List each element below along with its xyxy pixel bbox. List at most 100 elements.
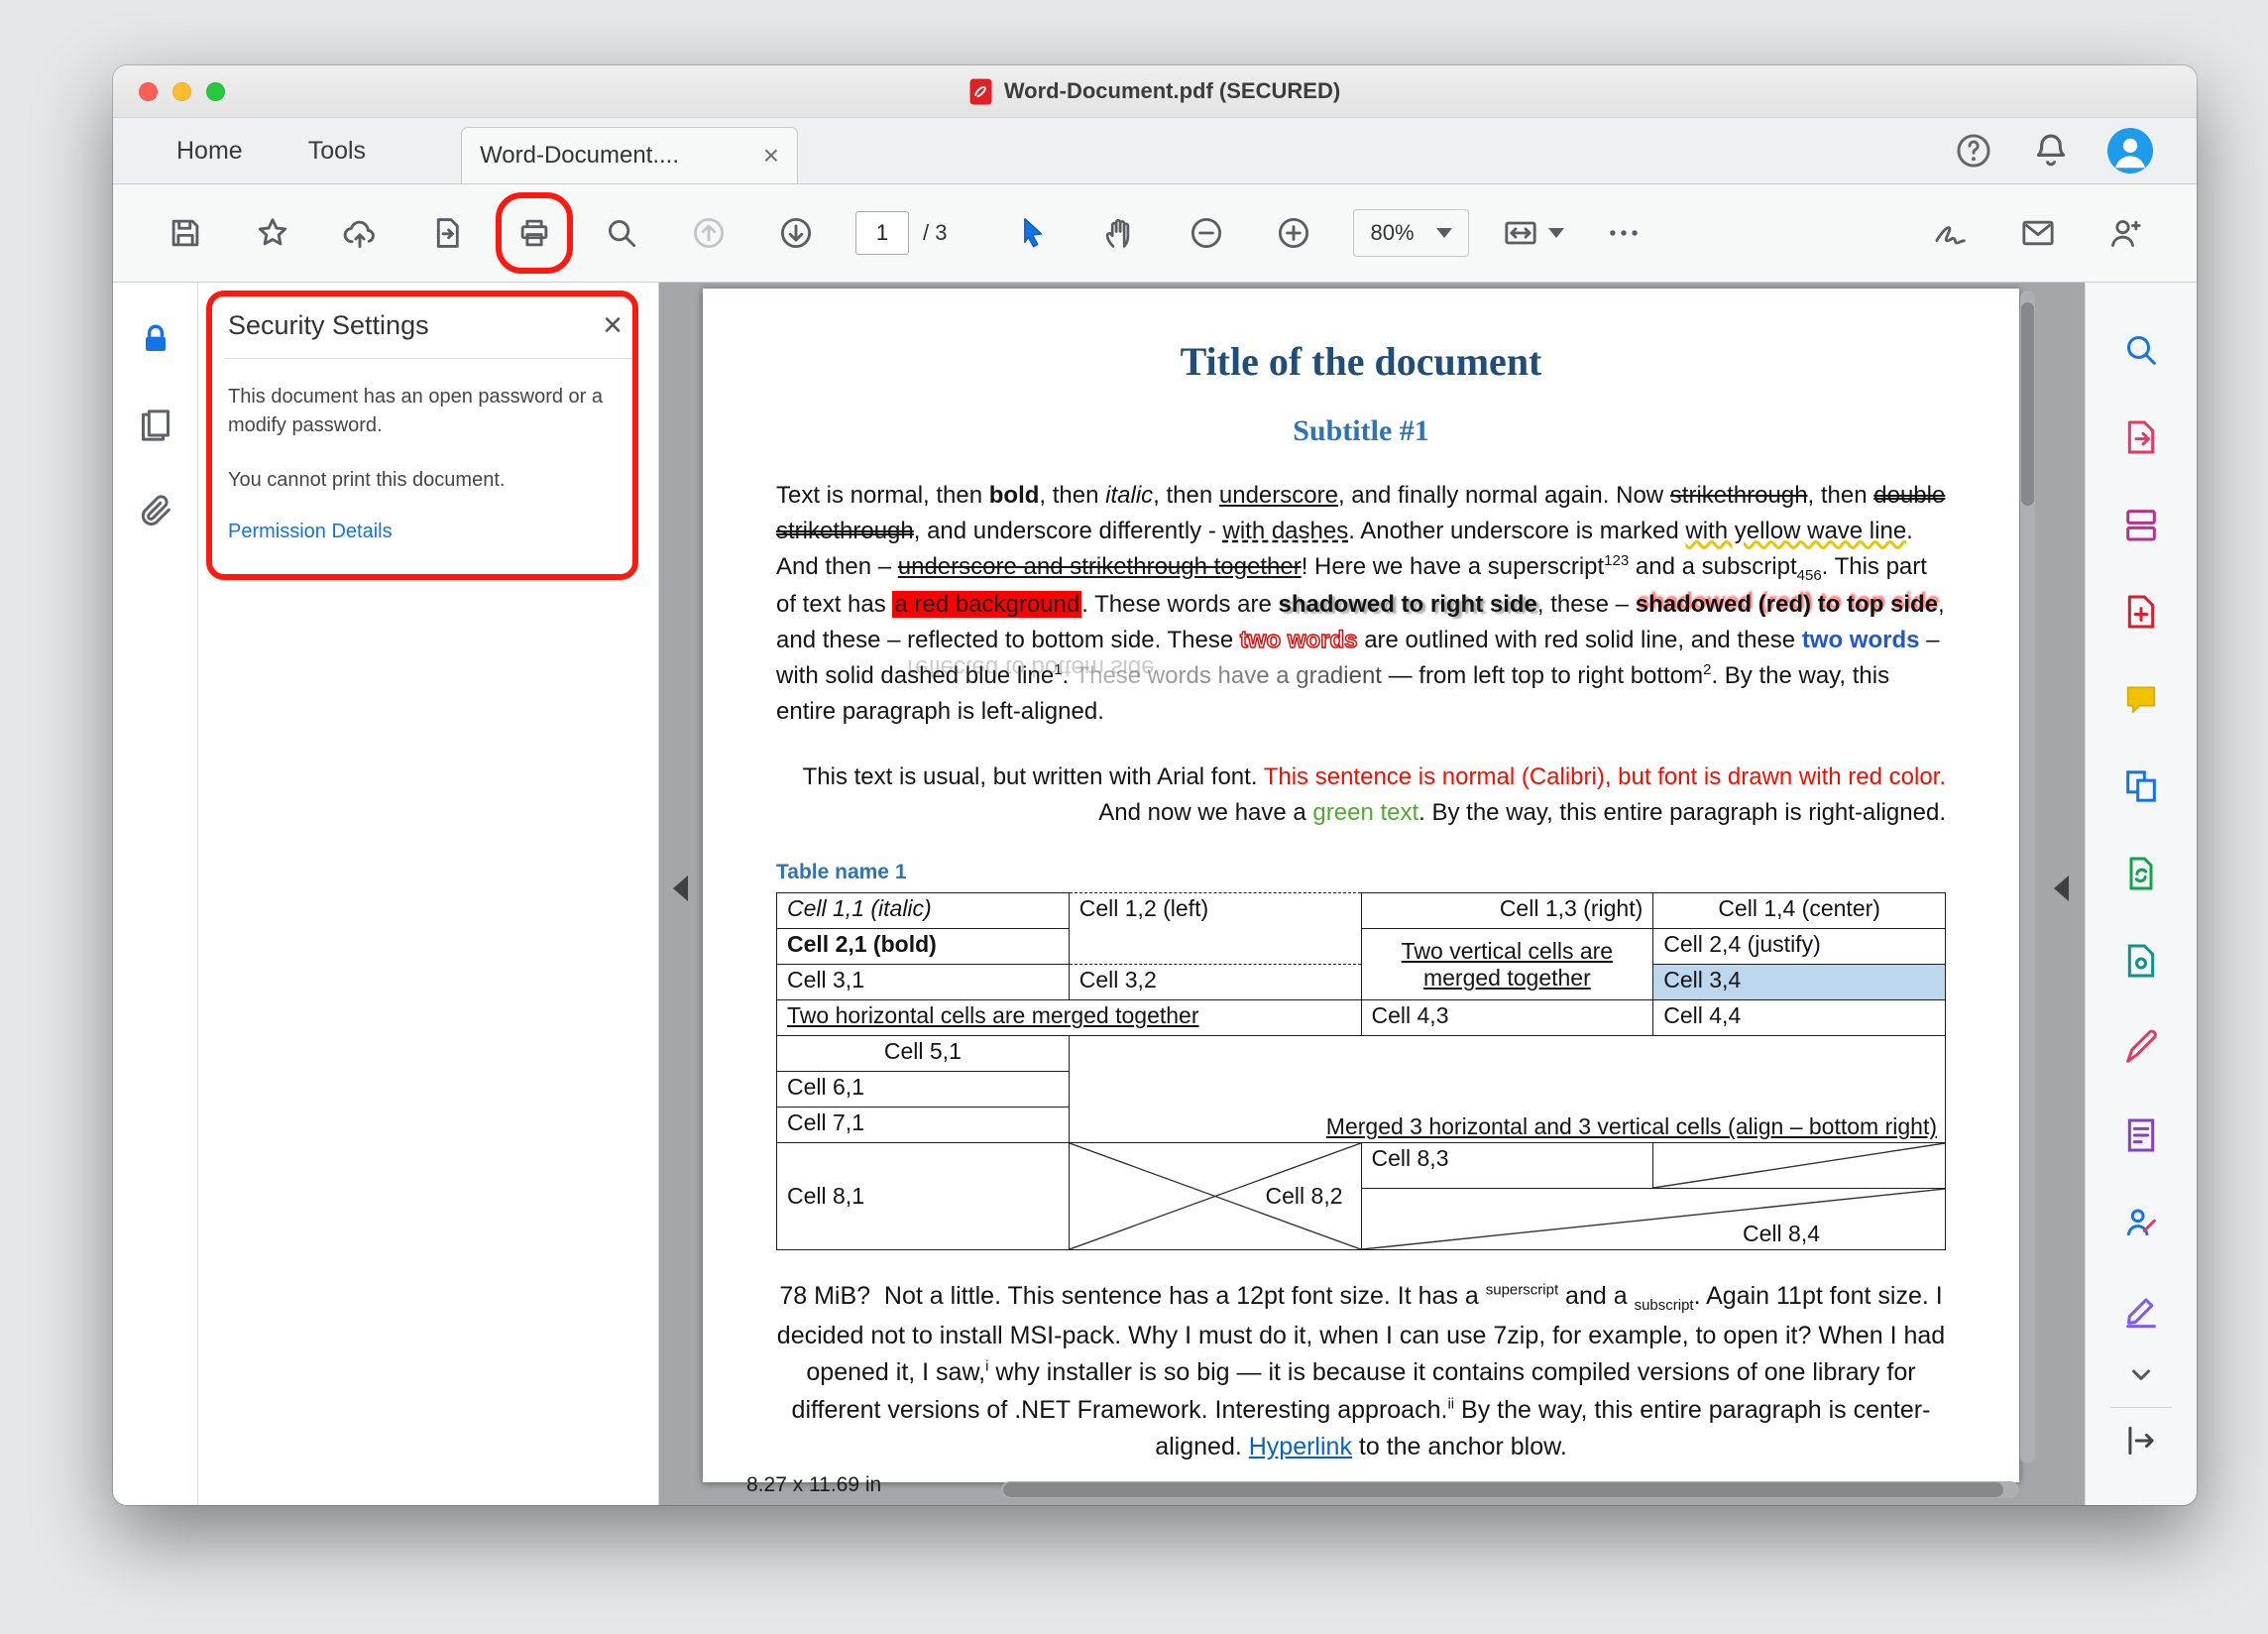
text-run: ! Here we have a superscript (1302, 553, 1604, 580)
pdf-page: Title of the document Subtitle #1 Text i… (703, 289, 2019, 1482)
export-pdf-button[interactable] (2086, 394, 2197, 481)
right-tools-sidebar (2085, 283, 2197, 1505)
zoom-in-button[interactable] (1266, 205, 1321, 261)
table-cell: Cell 8,1 (777, 1143, 1070, 1250)
zoom-out-button[interactable] (1179, 205, 1234, 261)
red-background-text: a red background (892, 591, 1081, 618)
protect-pdf-button[interactable] (2086, 917, 2197, 1004)
app-window: Word-Document.pdf (SECURED) Home Tools W… (113, 65, 2197, 1505)
green-color-text: green text (1312, 799, 1418, 826)
page-up-button[interactable] (681, 205, 737, 261)
print-icon (515, 214, 553, 252)
text-run: 78 MiB? Not a little. This sentence has … (779, 1282, 1485, 1310)
vertical-scrollbar-thumb[interactable] (2021, 302, 2034, 506)
cloud-upload-button[interactable] (332, 205, 388, 261)
divider (2110, 1407, 2173, 1408)
chevron-down-icon (1548, 228, 1564, 238)
security-pane-button[interactable] (136, 320, 175, 360)
tab-bar: Home Tools Word-Document.... × (113, 118, 2197, 184)
email-button[interactable] (2010, 205, 2066, 261)
left-nav-iconbar (113, 283, 198, 1505)
add-people-button[interactable] (2098, 205, 2153, 261)
table-cell: Cell 1,2 (left) (1069, 893, 1361, 965)
tab-tools[interactable]: Tools (308, 137, 366, 166)
combine-files-icon (2121, 766, 2161, 806)
redact-button[interactable] (2086, 1266, 2197, 1353)
horizontal-scrollbar[interactable] (1001, 1481, 2019, 1498)
star-icon (254, 214, 291, 252)
zoom-button[interactable] (206, 82, 225, 101)
minimize-button[interactable] (172, 82, 191, 101)
marquee-zoom-button[interactable] (594, 205, 649, 261)
table-caption: Table name 1 (776, 861, 1946, 884)
select-tool-button[interactable] (1004, 205, 1060, 261)
table-cell: Cell 1,4 (center) (1653, 893, 1946, 929)
close-icon[interactable]: × (597, 308, 628, 342)
notifications-button[interactable] (2030, 130, 2072, 172)
organize-pages-button[interactable] (2086, 481, 2197, 568)
permission-details-link[interactable]: Permission Details (228, 521, 393, 543)
more-tools-chevron[interactable] (2086, 1353, 2197, 1395)
fill-sign-icon (2121, 1028, 2161, 1068)
request-signatures-button[interactable] (2086, 1179, 2197, 1266)
hand-tool-button[interactable] (1091, 205, 1147, 261)
table-cell-highlighted: Cell 3,4 (1653, 965, 1946, 1000)
prepare-form-button[interactable] (2086, 1092, 2197, 1179)
fit-width-dropdown[interactable] (1501, 213, 1564, 253)
horizontal-scrollbar-thumb[interactable] (1003, 1482, 2003, 1497)
page-down-button[interactable] (768, 205, 824, 261)
footnote-marker: 1 (1054, 661, 1062, 678)
table-cell: Cell 3,1 (777, 965, 1070, 1000)
security-panel-text: This document has an open password or a … (228, 383, 628, 440)
comment-icon (2121, 679, 2161, 719)
save-button[interactable] (158, 205, 213, 261)
collapse-right-pane-arrow[interactable] (2054, 875, 2069, 901)
sign-pen-icon (1931, 213, 1971, 253)
combine-files-button[interactable] (2086, 743, 2197, 830)
share-page-button[interactable] (419, 205, 475, 261)
page-thumbnails-button[interactable] (136, 406, 175, 445)
tab-document-label: Word-Document.... (480, 142, 679, 170)
table-cell-diagonal: Cell 8,4 (1361, 1189, 1946, 1250)
sign-button[interactable] (1923, 205, 1979, 261)
close-button[interactable] (139, 82, 158, 101)
tab-close-icon[interactable]: × (763, 142, 779, 170)
fill-sign-button[interactable] (2086, 1004, 2197, 1092)
collapse-left-pane-arrow[interactable] (673, 875, 688, 901)
tab-document[interactable]: Word-Document.... × (461, 127, 798, 183)
create-pdf-button[interactable] (2086, 568, 2197, 655)
table-cell: Cell 4,3 (1361, 1000, 1653, 1036)
security-panel-text: You cannot print this document. (228, 466, 628, 495)
table-cell: Cell 2,1 (bold) (777, 929, 1070, 965)
search-tools-button[interactable] (2086, 306, 2197, 394)
table-cell-merged-block: Merged 3 horizontal and 3 vertical cells… (1069, 1036, 1945, 1143)
table-cell: Cell 8,3 (1361, 1143, 1653, 1189)
more-tools-button[interactable] (1596, 205, 1651, 261)
open-pane-button[interactable] (2086, 1420, 2197, 1461)
pdf-file-icon (969, 78, 992, 105)
comment-button[interactable] (2086, 655, 2197, 743)
page-up-icon (690, 214, 728, 252)
superscript-text: 123 (1604, 552, 1629, 569)
document-subtitle: Subtitle #1 (776, 414, 1946, 448)
help-button[interactable] (1953, 130, 1994, 172)
print-button[interactable] (507, 205, 562, 261)
blue-outlined-text: two words (1802, 627, 1920, 653)
star-button[interactable] (245, 205, 300, 261)
avatar[interactable] (2107, 128, 2153, 174)
table-cell-diagonal: Cell 8,2 (1069, 1143, 1361, 1250)
window-title: Word-Document.pdf (SECURED) (1004, 78, 1340, 104)
scan-ocr-button[interactable] (2086, 830, 2197, 917)
reflected-text-top: reflected to bottom side (907, 627, 1154, 653)
search-tools-icon (2121, 330, 2161, 370)
tab-home[interactable]: Home (176, 137, 243, 166)
hyperlink[interactable]: Hyperlink (1249, 1433, 1352, 1460)
page-number-input[interactable]: 1 (855, 211, 909, 255)
attachments-button[interactable] (136, 491, 175, 530)
table-cell-text: Cell 8,4 (1372, 1221, 1936, 1247)
center-aligned-paragraph: 78 MiB? Not a little. This sentence has … (776, 1278, 1946, 1466)
organize-pages-icon (2121, 505, 2161, 544)
vertical-scrollbar[interactable] (2020, 291, 2035, 1463)
table-cell: Cell 7,1 (777, 1108, 1070, 1143)
zoom-level-dropdown[interactable]: 80% (1353, 209, 1468, 257)
